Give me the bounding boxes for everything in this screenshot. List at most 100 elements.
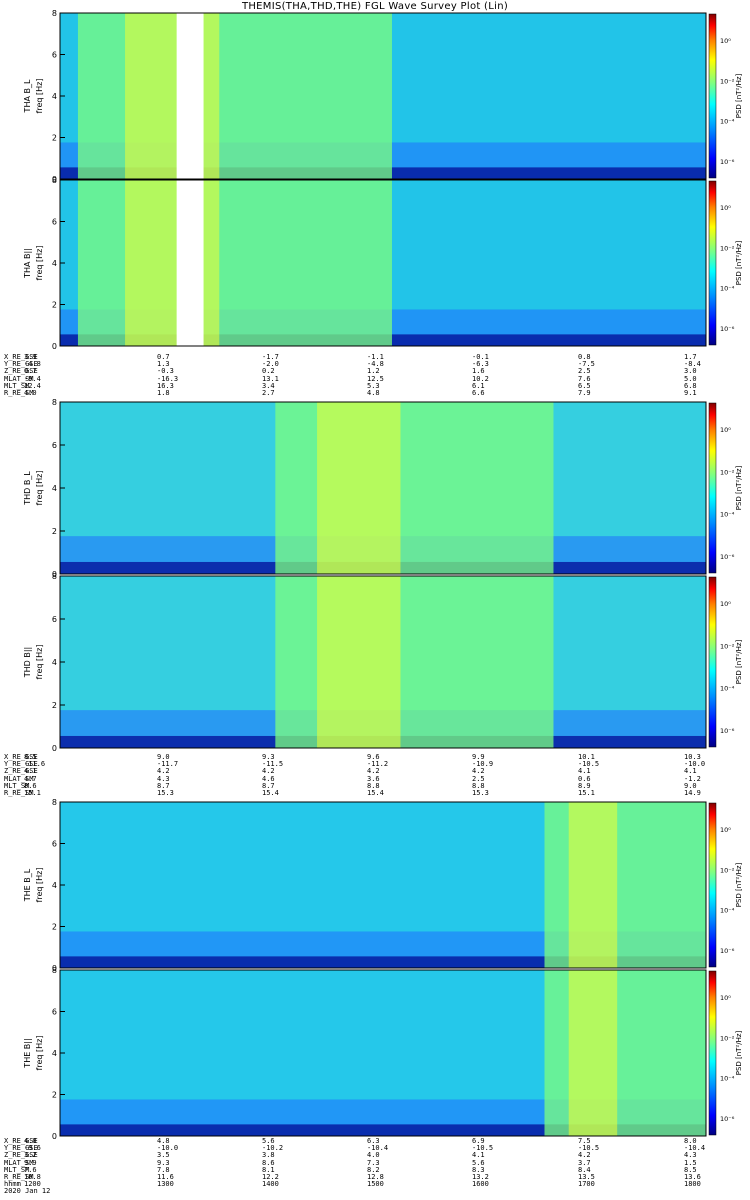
colorbar-tick-label: 10⁻²: [720, 244, 735, 252]
colorbar-tick-label: 10⁻⁶: [720, 158, 735, 166]
colorbar-tick-label: 10⁻²: [720, 77, 735, 85]
wave-survey-figure: 0 2 4 6 8 THA B_L freq [Hz] 10⁰ 10⁻² 10⁻⁴ 10⁻⁶ PSD …: [23, 9, 743, 1141]
colorbar-tick-label: 10⁻⁴: [720, 907, 735, 915]
y-tick-label: 4: [52, 484, 57, 493]
data-gap: [176, 13, 204, 179]
colorbar-tick-label: 10⁻⁶: [720, 727, 735, 735]
burst-peak: [125, 180, 220, 346]
colorbar-tick-label: 10⁻²: [720, 642, 735, 650]
colorbar: [708, 970, 717, 1136]
orbit-row: 2020 Jan 12: [4, 1187, 746, 1195]
y-tick-label: 8: [52, 176, 57, 185]
y-tick-label: 6: [52, 218, 57, 227]
orbit-value: 15.1: [578, 789, 595, 797]
colorbar-tick-label: 10⁻⁴: [720, 685, 735, 693]
colorbar-tick-label: 10⁰: [720, 204, 731, 212]
colorbar-tick-label: 10⁻⁴: [720, 511, 735, 519]
orbit-row-label: 2020 Jan 12: [4, 1187, 51, 1196]
orbit-value: 15.1: [24, 789, 41, 797]
y-tick-label: 6: [52, 615, 57, 624]
y-tick-label: 8: [52, 572, 57, 581]
burst-peak: [568, 802, 618, 968]
spectrogram-panel: 02468THE B|| freq [Hz]10⁰10⁻²10⁻⁴10⁻⁶PSD …: [23, 966, 743, 1141]
y-tick-label: 6: [52, 441, 57, 450]
orbit-row: R_RE_SM 15.1 15.3 15.4 15.4 15.3 15.1 14.9: [4, 789, 746, 797]
colorbar-tick-label: 10⁻²: [720, 468, 735, 476]
y-tick-label: 2: [52, 923, 57, 932]
colorbar: [708, 13, 717, 179]
y-tick-label: 2: [52, 527, 57, 536]
colorbar-title: PSD [nT²/Hz]: [735, 240, 743, 285]
orbit-value: 15.4: [262, 789, 279, 797]
colorbar-title: PSD [nT²/Hz]: [735, 73, 743, 118]
burst-peak: [317, 402, 401, 574]
colorbar-tick-label: 10⁻⁴: [720, 285, 735, 293]
orbit-value: 15.4: [367, 789, 384, 797]
y-axis-title: THA B_L: [23, 79, 32, 113]
y-tick-label: 4: [52, 92, 57, 101]
colorbar-tick-label: 10⁻⁶: [720, 553, 735, 561]
y-tick-label: 6: [52, 1008, 57, 1017]
colorbar: [708, 180, 717, 346]
y-axis-unit: freq [Hz]: [35, 868, 44, 903]
colorbar: [708, 576, 717, 748]
y-axis-unit: freq [Hz]: [35, 1036, 44, 1071]
colorbar-tick-label: 10⁻⁶: [720, 325, 735, 333]
colorbar-tick-label: 10⁰: [720, 826, 731, 834]
y-axis-unit: freq [Hz]: [35, 79, 44, 114]
spectrogram-panel: 02468THA B_L freq [Hz]10⁰10⁻²10⁻⁴10⁻⁶PSD …: [23, 9, 743, 184]
y-tick-label: 0: [52, 744, 57, 753]
y-tick-label: 2: [52, 134, 57, 143]
y-axis-unit: freq [Hz]: [35, 645, 44, 680]
colorbar-title: PSD [nT²/Hz]: [735, 465, 743, 510]
orbit-value: 14.9: [684, 789, 701, 797]
y-axis-title: THD B_L: [23, 471, 32, 506]
burst-peak: [317, 576, 401, 748]
y-tick-label: 8: [52, 966, 57, 975]
y-tick-label: 2: [52, 301, 57, 310]
spectrogram-panel: 0 2 4 6 8 THA B|| freq [Hz] 10⁰ 10⁻² 10⁻⁴ 10⁻⁶ PSD …: [23, 176, 743, 351]
colorbar-tick-label: 10⁰: [720, 994, 731, 1002]
orbit-value: 15.3: [472, 789, 489, 797]
colorbar-tick-label: 10⁻⁴: [720, 1075, 735, 1083]
burst-interval: [77, 180, 392, 346]
y-axis-title: THE B_L: [23, 868, 32, 902]
y-axis-title: THA B||: [23, 248, 32, 279]
colorbar-title: PSD [nT²/Hz]: [735, 1030, 743, 1075]
burst-peak: [125, 13, 220, 179]
y-tick-label: 8: [52, 398, 57, 407]
y-axis-title: THE B||: [23, 1038, 32, 1068]
colorbar-tick-label: 10⁰: [720, 600, 731, 608]
orbit-value: 4.8: [367, 389, 380, 397]
colorbar-tick-label: 10⁰: [720, 426, 731, 434]
spectrogram-panel: 0 2 4 6 8 THD B|| freq [Hz] 10⁰ 10⁻² 10⁻⁴ 10⁻⁶ PSD …: [23, 572, 743, 753]
colorbar: [708, 802, 717, 968]
burst-peak: [568, 970, 618, 1136]
y-tick-label: 2: [52, 701, 57, 710]
y-axis-unit: freq [Hz]: [35, 246, 44, 281]
colorbar-title: PSD [nT²/Hz]: [735, 862, 743, 907]
y-axis-title: THD B||: [23, 647, 32, 678]
y-tick-label: 4: [52, 881, 57, 890]
colorbar-tick-label: 10⁻²: [720, 1034, 735, 1042]
colorbar-tick-label: 10⁻⁴: [720, 118, 735, 126]
orbit-value: 7.9: [578, 389, 591, 397]
colorbar-tick-label: 10⁰: [720, 37, 731, 45]
orbit-row: R_RE_SM 4.0 1.8 2.7 4.8 6.6 7.9 9.1: [4, 389, 746, 397]
orbit-value: 2.7: [262, 389, 275, 397]
colorbar-tick-label: 10⁻⁶: [720, 1115, 735, 1123]
y-tick-label: 4: [52, 259, 57, 268]
spectrogram-panel: 02468THD B_L freq [Hz]10⁰10⁻²10⁻⁴10⁻⁶PSD …: [23, 398, 743, 579]
y-tick-label: 6: [52, 51, 57, 60]
y-tick-label: 8: [52, 798, 57, 807]
y-axis-unit: freq [Hz]: [35, 471, 44, 506]
y-tick-label: 6: [52, 840, 57, 849]
y-tick-label: 2: [52, 1091, 57, 1100]
y-tick-label: 4: [52, 658, 57, 667]
colorbar-tick-label: 10⁻⁶: [720, 947, 735, 955]
spectrogram-panel: 02468THE B_L freq [Hz]10⁰10⁻²10⁻⁴10⁻⁶PSD …: [23, 798, 743, 973]
y-tick-label: 0: [52, 342, 57, 351]
data-gap: [176, 180, 204, 346]
colorbar-tick-label: 10⁻²: [720, 866, 735, 874]
orbit-value: 4.0: [24, 389, 37, 397]
